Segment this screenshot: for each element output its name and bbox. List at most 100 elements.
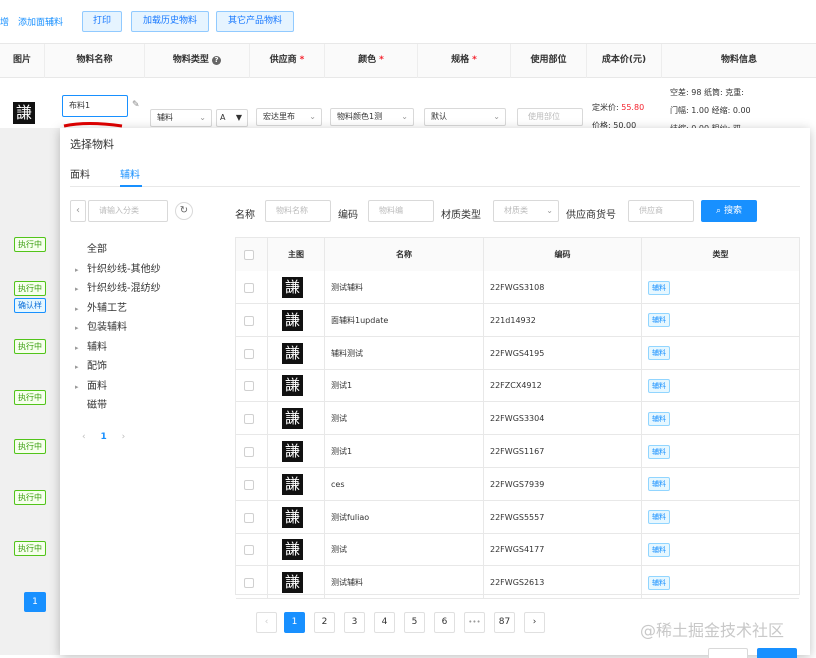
chevron-down-icon: ⌄ [309,112,316,121]
supplier-value: 宏达里布 [263,112,295,121]
col-material-type-label: 物料类型 [172,55,209,65]
table-row[interactable]: 謙测试 22FWGS4177 辅料 [236,533,799,567]
tree-item-label: 配饰 [87,361,107,372]
row-type-cell: 辅料 [642,435,799,468]
tab-accessory[interactable]: 辅料 [120,166,140,181]
page-button[interactable]: 6 [434,612,455,633]
table-row[interactable]: 謙 ces 22FWGS7939 辅料 [236,467,799,501]
tab-divider [70,186,800,187]
row-code: 22FWGS7939 [484,467,642,501]
tree-item-label: 针织纱线-其他纱 [87,264,161,275]
page-button[interactable]: 1 [284,612,305,633]
tree-page-next-icon[interactable]: › [122,432,126,442]
row-checkbox[interactable] [244,545,254,556]
page-button[interactable]: 2 [314,612,335,633]
material-name-input[interactable]: 布料1 [62,95,128,117]
row-checkbox[interactable] [244,512,254,523]
col-info: 物料信息 [720,55,757,65]
row-checkbox[interactable] [244,414,254,425]
usage-input[interactable]: 使用部位 [517,108,583,126]
row-checkbox[interactable] [244,479,254,490]
table-row[interactable]: 謙辅料测试 22FWGS4195 辅料 [236,336,799,370]
search-button[interactable]: ⌕ 搜索 [701,200,757,222]
page-button[interactable]: 4 [374,612,395,633]
add-material-link[interactable]: 添加面辅料 [18,15,63,28]
row-name: 测试辅料 [325,566,484,600]
tree-item-tape[interactable]: 磁带 [75,396,107,411]
page-button[interactable]: 5 [404,612,425,633]
spec-select[interactable]: 默认 ⌄ [424,108,506,126]
row-type-cell: 辅料 [642,271,799,304]
row-code: 221d14932 [484,303,642,337]
tree-page-prev-icon[interactable]: ‹ [82,432,86,442]
page-next-button[interactable]: › [524,612,545,633]
filter-supplier-code-label: 供应商货号 [566,210,616,221]
tree-item-label: 磁带 [87,400,107,411]
cancel-button[interactable] [708,648,748,658]
row-checkbox[interactable] [244,283,254,293]
tree-item-knit-yarn-other[interactable]: ▸ 针织纱线-其他纱 [75,260,161,275]
confirm-button[interactable] [757,648,797,658]
row-name: 面辅料1update [325,303,484,337]
tree-item-outsource-process[interactable]: ▸ 外辅工艺 [75,299,127,314]
print-button[interactable]: 打印 [82,11,122,32]
row-code: 22FZCX4912 [484,369,642,403]
row-checkbox[interactable] [244,447,254,457]
page-prev-button[interactable]: ‹ [256,612,277,633]
refresh-icon[interactable]: ↻ [175,202,193,220]
filter-material-type-select[interactable]: 材质类 ⌄ [493,200,559,222]
page-button[interactable]: 3 [344,612,365,633]
unit-select[interactable]: A ▼ [216,109,248,127]
material-thumbnail: 謙 [282,277,303,298]
table-row[interactable]: 謙 测试1 22FWGS1167 辅料 [236,435,799,468]
page-ellipsis[interactable]: ••• [464,612,485,633]
tree-item-fabric[interactable]: ▸ 面料 [75,377,107,392]
load-history-button[interactable]: 加载历史物料 [131,11,209,32]
filter-name-input[interactable]: 物料名称 [265,200,331,222]
tree-item-packaging[interactable]: ▸ 包装辅料 [75,318,127,333]
type-tag: 辅料 [648,542,670,557]
color-select[interactable]: 物料颜色1测 ⌄ [330,108,414,126]
col-usage: 使用部位 [511,44,587,78]
tree-item-accessory[interactable]: ▸ 辅料 [75,338,107,353]
row-checkbox[interactable] [244,315,254,326]
row-type-cell: 辅料 [642,304,799,337]
table-row[interactable]: 謙面辅料1update 221d14932 辅料 [236,303,799,337]
table-row[interactable]: 謙 测试辅料 22FWGS3108 辅料 [236,271,799,304]
tree-item-all[interactable]: 全部 [75,240,107,255]
background-page-current[interactable]: 1 [24,592,46,612]
tree-item-ornament[interactable]: ▸ 配饰 [75,357,107,372]
row-image-cell: 謙 [268,500,325,534]
chevron-down-icon: ⌄ [401,112,408,121]
edit-icon[interactable]: ✎ [132,100,140,110]
col-supplier-label: 供应商 [269,55,297,65]
tree-prev-button[interactable]: ‹ [70,200,86,222]
supplier-select[interactable]: 宏达里布 ⌄ [256,108,322,126]
other-product-button[interactable]: 其它产品物料 [216,11,294,32]
help-icon[interactable]: ? [212,56,222,65]
row-type-cell: 辅料 [642,501,799,534]
table-row[interactable]: 謙测试 22FWGS3304 辅料 [236,402,799,436]
row-type-cell: 辅料 [642,533,799,566]
filter-supplier-code-input[interactable]: 供应商 [628,200,694,222]
table-row[interactable]: 謙测试fuliao 22FWGS5557 辅料 [236,500,799,534]
table-row[interactable]: 謙测试1 22FZCX4912 辅料 [236,369,799,403]
tab-fabric[interactable]: 面料 [70,166,90,181]
caret-right-icon: ▸ [75,344,79,352]
filter-code-label: 编码 [338,210,358,221]
filter-code-input[interactable]: 物料编 [368,200,434,222]
page-button-last[interactable]: 87 [494,612,515,633]
tree-page-current[interactable]: 1 [100,432,106,442]
tree-item-label: 辅料 [87,342,107,353]
table-row[interactable]: 謙测试辅料 22FWGS2613 辅料 [236,566,799,600]
row-checkbox[interactable] [244,348,254,359]
add-link[interactable]: 增 [0,15,9,28]
material-thumbnail: 謙 [282,539,303,561]
filter-name-label: 名称 [235,210,255,221]
row-checkbox[interactable] [244,381,254,392]
tree-item-knit-yarn-blend[interactable]: ▸ 针织纱线-混纺纱 [75,279,161,294]
category-search-input[interactable]: 请输入分类 [88,200,168,222]
material-type-select[interactable]: 辅料 ⌄ [150,109,212,127]
row-checkbox[interactable] [244,578,254,589]
select-all-checkbox[interactable] [244,250,254,260]
